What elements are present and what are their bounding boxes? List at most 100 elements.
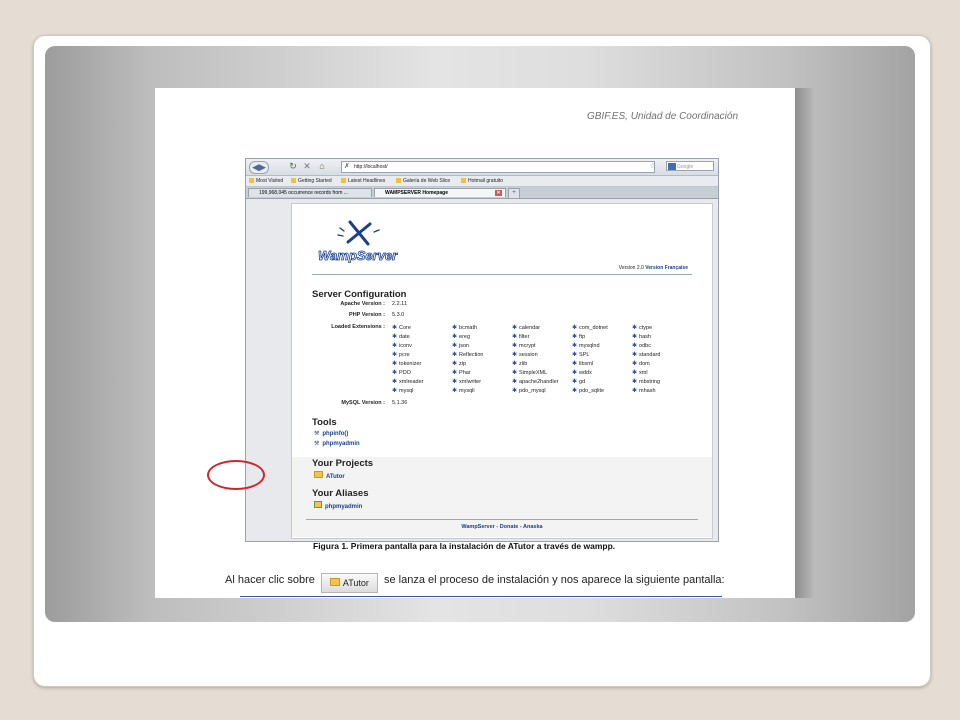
tab-wampserver-homepage[interactable]: WAMPSERVER Homepage ✕ [374, 188, 506, 197]
extension-item: ftp [572, 333, 585, 340]
project-label: ATutor [326, 474, 345, 480]
extension-item: xmlwriter [452, 378, 481, 385]
your-projects-heading: Your Projects [312, 458, 374, 469]
extension-item: SPL [572, 351, 589, 358]
alias-icon [314, 501, 322, 508]
bookmark-most-visited[interactable]: Most Visited [249, 177, 283, 185]
extension-item: filter [512, 333, 529, 340]
tool-label: phpinfo() [322, 431, 349, 437]
mysql-version-label: MySQL Version : [341, 400, 385, 406]
navigation-toolbar: ◀▶ ↻ ✕ ⌂ ✗ http://localhost/ ☆ Google [246, 159, 718, 176]
extension-item: dom [632, 360, 650, 367]
close-icon[interactable]: ✕ [495, 190, 502, 196]
tools-heading: Tools [312, 417, 337, 428]
version-text: Version 2.0 [618, 265, 644, 271]
browser-content: WampServer Version 2.0 Version Française… [246, 199, 718, 541]
browser-screenshot: ◀▶ ↻ ✕ ⌂ ✗ http://localhost/ ☆ Google Mo… [245, 158, 719, 542]
divider [312, 274, 692, 275]
extension-item: Core [392, 324, 411, 331]
url-input[interactable]: ✗ http://localhost/ [341, 161, 655, 173]
your-aliases-heading: Your Aliases [312, 488, 369, 499]
alias-label: phpmyadmin [325, 504, 363, 510]
tool-link-phpmyadmin[interactable]: ⚒ phpmyadmin [314, 440, 360, 447]
version-line: Version 2.0 Version Française [619, 265, 688, 271]
mysql-version-value: 5.1.36 [392, 400, 408, 406]
extension-item: SimpleXML [512, 369, 547, 376]
folder-icon [314, 471, 323, 478]
apache-version-value: 2.2.11 [392, 301, 407, 307]
wamp-footer-links[interactable]: WampServer - Donate - Anaska [292, 524, 712, 530]
version-francaise-link[interactable]: Version Française [645, 265, 688, 271]
new-tab-icon[interactable]: + [508, 188, 520, 199]
project-link-atutor[interactable]: ATutor [314, 471, 345, 480]
body-text-after: se lanza el proceso de instalación y nos… [384, 574, 725, 586]
extension-item: pdo_mysql [512, 387, 546, 394]
body-paragraph: Al hacer clic sobre ATutor se lanza el p… [225, 573, 725, 593]
document-header: GBIF.ES, Unidad de Coordinación [586, 111, 738, 122]
extension-item: mhash [632, 387, 656, 394]
php-version-value: 5.3.0 [392, 312, 405, 318]
alias-link-phpmyadmin[interactable]: phpmyadmin [314, 501, 362, 510]
atutor-inline-button[interactable]: ATutor [320, 573, 378, 593]
site-icon: ✗ [344, 163, 350, 170]
reload-icon[interactable]: ↻ [288, 161, 298, 172]
page-shadow-edge [795, 88, 813, 598]
bookmark-hotmail[interactable]: Hotmail gratuito [461, 177, 503, 185]
extension-item: PDO [392, 369, 411, 376]
extension-item: odbc [632, 342, 651, 349]
extension-item: hash [632, 333, 651, 340]
extension-item: mcrypt [512, 342, 536, 349]
server-config-heading: Server Configuration [312, 289, 407, 300]
extension-item: apache2handler [512, 378, 558, 385]
search-engine-icon [668, 163, 676, 170]
highlight-circle [207, 460, 265, 490]
extension-item: zip [452, 360, 466, 367]
back-icon[interactable]: ◀▶ [249, 161, 269, 174]
tab-label: 199,968,045 occurrence records from ... [259, 190, 348, 196]
loaded-extensions-label: Loaded Extensions : [331, 324, 385, 330]
figure-caption: Figura 1. Primera pantalla para la insta… [313, 541, 616, 551]
url-text: http://localhost/ [354, 164, 388, 170]
extension-item: mbstring [632, 378, 660, 385]
inline-button-label: ATutor [342, 578, 369, 588]
bookmark-getting-started[interactable]: Getting Started [291, 177, 332, 185]
home-icon[interactable]: ⌂ [316, 161, 328, 172]
tool-label: phpmyadmin [322, 441, 360, 447]
extension-item: pcre [392, 351, 410, 358]
extension-item: standard [632, 351, 660, 358]
extension-item: Phar [452, 369, 471, 376]
page-rule [240, 596, 722, 597]
extension-item: com_dotnet [572, 324, 608, 331]
tab-occurrence-records[interactable]: 199,968,045 occurrence records from ... [248, 188, 372, 197]
wrench-icon: ⚒ [314, 441, 320, 447]
extension-item: gd [572, 378, 585, 385]
tab-bar: 199,968,045 occurrence records from ... … [246, 187, 718, 199]
php-version-label: PHP Version : [349, 312, 385, 318]
footer-divider [306, 519, 698, 520]
extension-item: Reflection [452, 351, 483, 358]
search-placeholder: Google [677, 164, 694, 170]
wampserver-logo: WampServer [318, 220, 398, 263]
stop-icon[interactable]: ✕ [302, 161, 312, 172]
extension-item: tokenizer [392, 360, 421, 367]
search-input[interactable]: Google [666, 161, 714, 171]
extension-item: bcmath [452, 324, 477, 331]
extension-item: ctype [632, 324, 652, 331]
extension-item: date [392, 333, 410, 340]
tab-label: WAMPSERVER Homepage [385, 190, 448, 196]
star-icon[interactable]: ☆ [648, 161, 658, 172]
extension-item: calendar [512, 324, 540, 331]
document-page: GBIF.ES, Unidad de Coordinación ◀▶ ↻ ✕ ⌂… [155, 88, 795, 598]
extension-item: mysqli [452, 387, 475, 394]
tool-link-phpinfo[interactable]: ⚒ phpinfo() [314, 430, 348, 437]
logo-wordmark: WampServer [318, 248, 398, 263]
extension-item: wddx [572, 369, 592, 376]
extension-item: pdo_sqlite [572, 387, 604, 394]
bookmark-web-slice[interactable]: Galería de Web Slice [396, 177, 450, 185]
bookmarks-toolbar: Most Visited Getting Started Latest Head… [246, 176, 718, 187]
apache-version-label: Apache Version : [340, 301, 385, 307]
extension-item: iconv [392, 342, 412, 349]
bookmark-latest-headlines[interactable]: Latest Headlines [341, 177, 385, 185]
extension-item: libxml [572, 360, 593, 367]
extension-item: mysqlnd [572, 342, 599, 349]
